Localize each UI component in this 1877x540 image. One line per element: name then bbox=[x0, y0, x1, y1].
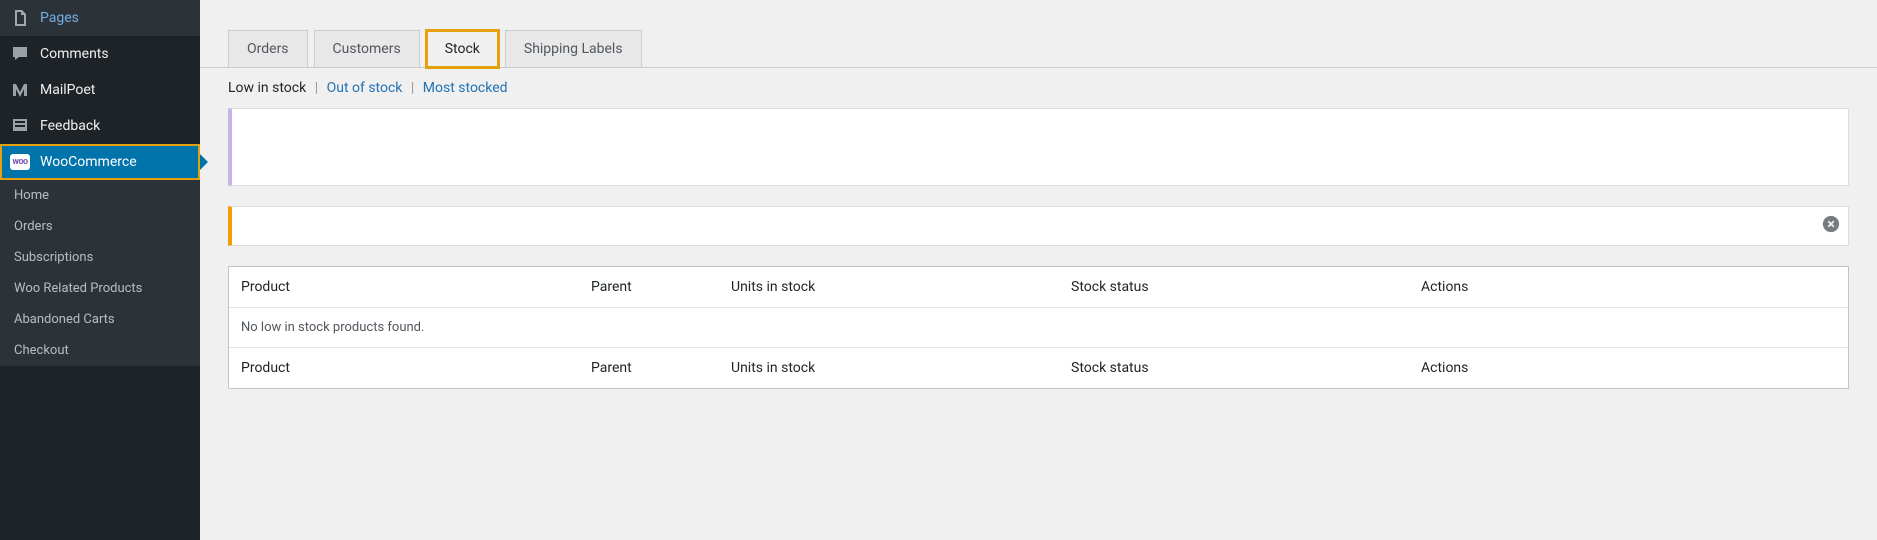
sidebar-item-comments[interactable]: Comments bbox=[0, 36, 200, 72]
empty-message: No low in stock products found. bbox=[241, 320, 424, 335]
sidebar-sub-home[interactable]: Home bbox=[0, 180, 200, 211]
tab-customers[interactable]: Customers bbox=[314, 30, 420, 67]
tab-shipping-labels[interactable]: Shipping Labels bbox=[505, 30, 642, 67]
col-footer-status: Stock status bbox=[1071, 360, 1421, 376]
subtab-most-stocked[interactable]: Most stocked bbox=[423, 80, 508, 96]
sidebar-sub-abandoned[interactable]: Abandoned Carts bbox=[0, 304, 200, 335]
main-content: Orders Customers Stock Shipping Labels L… bbox=[200, 0, 1877, 540]
sidebar-sub-checkout[interactable]: Checkout bbox=[0, 335, 200, 366]
mailpoet-icon bbox=[10, 80, 30, 100]
sidebar-sub-woo-related[interactable]: Woo Related Products bbox=[0, 273, 200, 304]
sidebar-item-feedback[interactable]: Feedback bbox=[0, 108, 200, 144]
col-footer-parent: Parent bbox=[591, 360, 731, 376]
sidebar-sub-orders[interactable]: Orders bbox=[0, 211, 200, 242]
admin-sidebar: Pages Comments MailPoet Feedback woo Woo… bbox=[0, 0, 200, 540]
stock-table: Product Parent Units in stock Stock stat… bbox=[228, 266, 1849, 389]
tab-stock[interactable]: Stock bbox=[426, 30, 499, 68]
sidebar-item-woocommerce[interactable]: woo WooCommerce bbox=[0, 144, 200, 180]
sidebar-sub-subscriptions[interactable]: Subscriptions bbox=[0, 242, 200, 273]
stock-subtabs: Low in stock | Out of stock | Most stock… bbox=[200, 68, 1877, 108]
sidebar-label: Pages bbox=[40, 10, 79, 26]
notice-orange bbox=[228, 206, 1849, 246]
comments-icon bbox=[10, 44, 30, 64]
col-header-actions: Actions bbox=[1421, 279, 1836, 295]
subtab-out-of-stock[interactable]: Out of stock bbox=[327, 80, 403, 96]
table-header: Product Parent Units in stock Stock stat… bbox=[229, 267, 1848, 308]
sidebar-label: Comments bbox=[40, 46, 109, 62]
sidebar-label: WooCommerce bbox=[40, 154, 137, 170]
woocommerce-icon: woo bbox=[10, 152, 30, 172]
col-header-parent[interactable]: Parent bbox=[591, 279, 731, 295]
report-tabs: Orders Customers Stock Shipping Labels bbox=[200, 0, 1877, 68]
col-header-status[interactable]: Stock status bbox=[1071, 279, 1421, 295]
sidebar-item-pages[interactable]: Pages bbox=[0, 0, 200, 36]
col-footer-product: Product bbox=[241, 360, 591, 376]
content-area: Product Parent Units in stock Stock stat… bbox=[200, 108, 1877, 389]
feedback-icon bbox=[10, 116, 30, 136]
sidebar-submenu: Home Orders Subscriptions Woo Related Pr… bbox=[0, 180, 200, 366]
table-footer: Product Parent Units in stock Stock stat… bbox=[229, 348, 1848, 388]
separator: | bbox=[315, 80, 318, 96]
col-header-product[interactable]: Product bbox=[241, 279, 591, 295]
sidebar-label: Feedback bbox=[40, 118, 100, 134]
col-header-units[interactable]: Units in stock bbox=[731, 279, 1071, 295]
col-footer-units: Units in stock bbox=[731, 360, 1071, 376]
pages-icon bbox=[10, 8, 30, 28]
tab-orders[interactable]: Orders bbox=[228, 30, 308, 67]
col-footer-actions: Actions bbox=[1421, 360, 1836, 376]
close-icon[interactable] bbox=[1822, 215, 1840, 237]
notice-purple bbox=[228, 108, 1849, 186]
sidebar-label: MailPoet bbox=[40, 82, 95, 98]
table-empty-row: No low in stock products found. bbox=[229, 308, 1848, 348]
subtab-low-in-stock[interactable]: Low in stock bbox=[228, 80, 306, 96]
separator: | bbox=[411, 80, 414, 96]
sidebar-item-mailpoet[interactable]: MailPoet bbox=[0, 72, 200, 108]
